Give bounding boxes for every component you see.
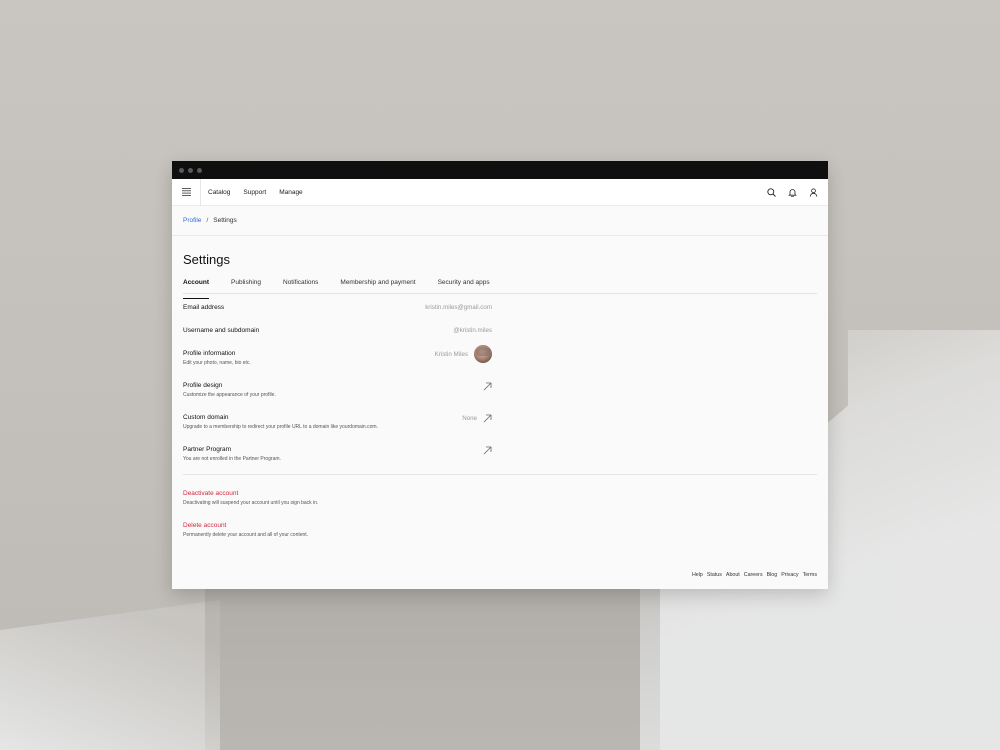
external-arrow-icon[interactable] xyxy=(483,414,492,423)
footer-status[interactable]: Status xyxy=(707,572,722,578)
setting-email[interactable]: Email address kristin.miles@gmail.com xyxy=(183,304,492,327)
footer-privacy[interactable]: Privacy xyxy=(781,572,798,578)
tab-membership-payment[interactable]: Membership and payment xyxy=(340,278,415,293)
window-titlebar xyxy=(172,161,828,179)
setting-partner-program[interactable]: Partner Program You are not enrolled in … xyxy=(183,446,492,474)
setting-profile-info-name: Kristin Miles xyxy=(434,350,468,358)
setting-profile-design-label: Profile design xyxy=(183,382,223,389)
external-arrow-icon[interactable] xyxy=(483,446,492,455)
footer-links: Help Status About Careers Blog Privacy T… xyxy=(692,572,817,578)
setting-username-label: Username and subdomain xyxy=(183,327,260,334)
delete-account-link[interactable]: Delete account xyxy=(183,522,817,529)
tab-publishing[interactable]: Publishing xyxy=(231,278,261,293)
tab-security-apps[interactable]: Security and apps xyxy=(438,278,490,293)
setting-profile-information[interactable]: Profile information Edit your photo, nam… xyxy=(183,345,492,382)
delete-account-desc: Permanently delete your account and all … xyxy=(183,532,309,538)
setting-partner-desc: You are not enrolled in the Partner Prog… xyxy=(183,456,281,462)
setting-email-value: kristin.miles@gmail.com xyxy=(425,304,492,311)
account-settings-list: Email address kristin.miles@gmail.com Us… xyxy=(183,304,492,474)
wall-shadow xyxy=(205,588,660,750)
delete-account-row[interactable]: Delete account Permanently delete your a… xyxy=(183,522,817,554)
settings-tabs: Account Publishing Notifications Members… xyxy=(183,278,817,299)
setting-partner-label: Partner Program xyxy=(183,446,232,453)
section-divider xyxy=(183,474,817,475)
hamburger-icon xyxy=(181,188,191,196)
menu-button[interactable] xyxy=(172,178,201,206)
user-icon[interactable] xyxy=(809,188,818,197)
window-maximize-dot[interactable] xyxy=(197,167,202,173)
nav-catalog[interactable]: Catalog xyxy=(208,189,230,196)
breadcrumb-current: Settings xyxy=(213,217,237,224)
browser-window: Catalog Support Manage Profile / Setting… xyxy=(172,161,828,589)
footer-blog[interactable]: Blog xyxy=(767,572,778,578)
setting-custom-domain-value: None xyxy=(462,415,477,422)
window-minimize-dot[interactable] xyxy=(188,167,193,173)
window-close-dot[interactable] xyxy=(179,167,184,173)
breadcrumb-profile-link[interactable]: Profile xyxy=(183,217,201,224)
footer-help[interactable]: Help xyxy=(692,572,703,578)
deactivate-account-row[interactable]: Deactivate account Deactivating will sus… xyxy=(183,490,817,522)
footer-careers[interactable]: Careers xyxy=(744,572,763,578)
search-icon[interactable] xyxy=(767,188,776,197)
setting-profile-design[interactable]: Profile design Customize the appearance … xyxy=(183,382,492,414)
breadcrumb-separator: / xyxy=(206,217,209,224)
footer-about[interactable]: About xyxy=(726,572,740,578)
nav-support[interactable]: Support xyxy=(243,189,266,196)
avatar[interactable] xyxy=(474,345,492,363)
setting-username-value: @kristin.miles xyxy=(453,327,492,334)
page-title: Settings xyxy=(183,252,230,267)
footer-terms[interactable]: Terms xyxy=(803,572,817,578)
setting-custom-domain-desc: Upgrade to a membership to redirect your… xyxy=(183,424,378,430)
tab-notifications[interactable]: Notifications xyxy=(283,278,318,293)
tab-account[interactable]: Account xyxy=(183,278,209,299)
setting-custom-domain-label: Custom domain xyxy=(183,414,229,421)
bell-icon[interactable] xyxy=(788,188,797,197)
settings-content: Settings Account Publishing Notification… xyxy=(172,252,828,554)
external-arrow-icon[interactable] xyxy=(483,382,492,391)
top-navigation: Catalog Support Manage xyxy=(172,178,828,206)
breadcrumb: Profile / Settings xyxy=(172,206,828,236)
nav-manage[interactable]: Manage xyxy=(279,189,303,196)
deactivate-account-link[interactable]: Deactivate account xyxy=(183,490,817,497)
setting-profile-design-desc: Customize the appearance of your profile… xyxy=(183,392,276,398)
setting-custom-domain[interactable]: Custom domain Upgrade to a membership to… xyxy=(183,414,492,446)
deactivate-account-desc: Deactivating will suspend your account u… xyxy=(183,500,319,506)
